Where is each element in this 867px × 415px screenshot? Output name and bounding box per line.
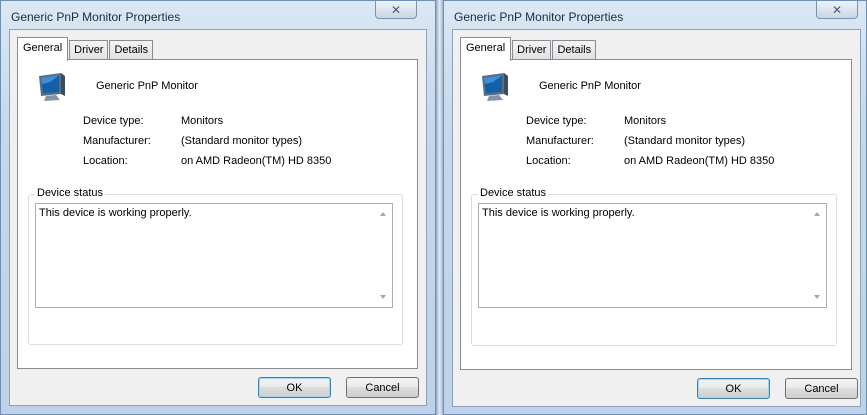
device-status-text: This device is working properly.	[482, 207, 635, 219]
tab-general[interactable]: General	[460, 37, 512, 61]
title-bar[interactable]: Generic PnP Monitor Properties ✕	[1, 1, 435, 31]
tab-driver[interactable]: Driver	[512, 40, 552, 60]
window-title: Generic PnP Monitor Properties	[454, 10, 624, 24]
monitor-icon	[39, 73, 65, 101]
manufacturer-value: (Standard monitor types)	[624, 135, 746, 147]
dialog-client-area: General Driver Details Generic PnP Monit…	[452, 29, 861, 407]
manufacturer-label: Manufacturer:	[83, 135, 151, 147]
location-value: on AMD Radeon(TM) HD 8350	[624, 155, 775, 167]
properties-window-1: Generic PnP Monitor Properties ✕ General…	[0, 0, 436, 415]
device-status-textbox[interactable]: This device is working properly.	[35, 203, 393, 308]
close-button[interactable]: ✕	[375, 1, 417, 19]
ok-button[interactable]: OK	[697, 378, 770, 399]
tab-strip: General Driver Details	[17, 37, 154, 61]
ok-button[interactable]: OK	[258, 377, 331, 398]
device-type-value: Monitors	[181, 115, 224, 127]
device-status-textbox[interactable]: This device is working properly.	[478, 203, 827, 308]
window-title: Generic PnP Monitor Properties	[11, 10, 181, 24]
tab-details[interactable]: Details	[109, 40, 154, 60]
tab-details[interactable]: Details	[552, 40, 597, 60]
device-type-value: Monitors	[624, 115, 667, 127]
general-tab-panel: Generic PnP Monitor Device type: Monitor…	[17, 59, 418, 369]
cancel-button[interactable]: Cancel	[346, 377, 419, 398]
dialog-client-area: General Driver Details Generic PnP Monit…	[9, 29, 427, 406]
location-label: Location:	[526, 155, 571, 167]
device-status-group: Device status This device is working pro…	[471, 187, 837, 346]
location-label: Location:	[83, 155, 128, 167]
cancel-button[interactable]: Cancel	[785, 378, 858, 399]
status-scrollbar[interactable]	[809, 204, 826, 307]
general-tab-panel: Generic PnP Monitor Device type: Monitor…	[460, 59, 852, 370]
status-scrollbar[interactable]	[375, 204, 392, 307]
tab-strip: General Driver Details	[460, 37, 597, 61]
location-value: on AMD Radeon(TM) HD 8350	[181, 155, 332, 167]
device-status-label: Device status	[35, 187, 106, 199]
device-status-text: This device is working properly.	[39, 207, 192, 219]
properties-window-2: Generic PnP Monitor Properties ✕ General…	[443, 0, 867, 415]
device-type-label: Device type:	[83, 115, 144, 127]
scroll-up-icon[interactable]	[814, 212, 820, 216]
scroll-down-icon[interactable]	[380, 295, 386, 299]
device-name: Generic PnP Monitor	[539, 80, 641, 92]
title-bar[interactable]: Generic PnP Monitor Properties ✕	[444, 1, 866, 31]
device-type-label: Device type:	[526, 115, 587, 127]
monitor-icon	[482, 73, 508, 101]
close-icon: ✕	[831, 2, 843, 17]
device-status-group: Device status This device is working pro…	[28, 187, 403, 345]
device-status-label: Device status	[478, 187, 549, 199]
tab-driver[interactable]: Driver	[69, 40, 109, 60]
tab-general[interactable]: General	[17, 37, 69, 61]
window-divider	[436, 0, 443, 415]
close-button[interactable]: ✕	[816, 1, 858, 19]
close-icon: ✕	[390, 2, 402, 17]
manufacturer-label: Manufacturer:	[526, 135, 594, 147]
scroll-up-icon[interactable]	[380, 212, 386, 216]
scroll-down-icon[interactable]	[814, 295, 820, 299]
manufacturer-value: (Standard monitor types)	[181, 135, 303, 147]
device-name: Generic PnP Monitor	[96, 80, 198, 92]
